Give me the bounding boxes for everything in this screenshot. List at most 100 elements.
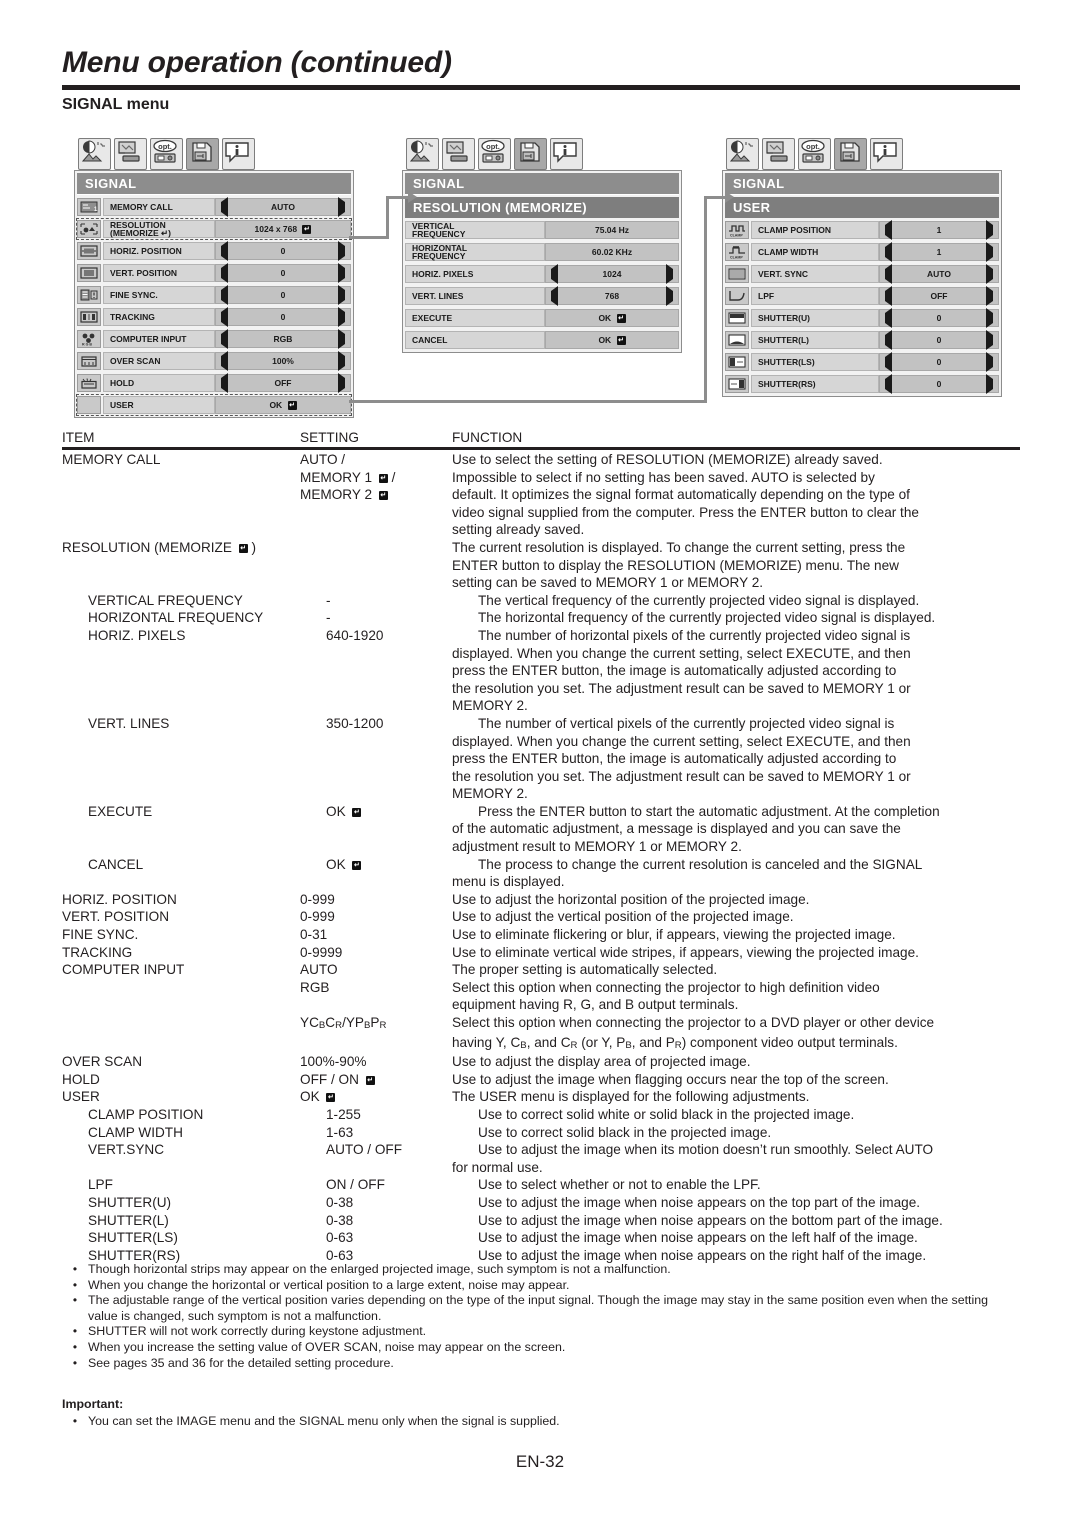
osd-row[interactable]: VERT. LINES 768: [405, 286, 679, 306]
decrease-arrow-icon[interactable]: [551, 264, 558, 284]
decrease-arrow-icon[interactable]: [221, 241, 228, 261]
osd-row-value[interactable]: 0: [215, 285, 351, 305]
decrease-arrow-icon[interactable]: [885, 264, 892, 284]
osd-row[interactable]: SHUTTER(L) 0: [725, 330, 999, 350]
decrease-arrow-icon[interactable]: [221, 373, 228, 393]
information-tab-icon[interactable]: [550, 138, 583, 170]
increase-arrow-icon[interactable]: [986, 330, 993, 350]
osd-row[interactable]: TRACKING 0: [77, 307, 351, 327]
osd-row-value[interactable]: 1: [879, 242, 999, 262]
increase-arrow-icon[interactable]: [338, 373, 345, 393]
osd-row[interactable]: LPF OFF: [725, 286, 999, 306]
osd-row-value[interactable]: 0: [879, 352, 999, 372]
osd-row-value[interactable]: 0: [215, 241, 351, 261]
image-tab-icon[interactable]: [406, 138, 439, 170]
osd-row[interactable]: SHUTTER(LS) 0: [725, 352, 999, 372]
osd-row[interactable]: EXECUTE OK ↵: [405, 308, 679, 328]
osd-row[interactable]: CLAMP CLAMP POSITION 1: [725, 220, 999, 240]
decrease-arrow-icon[interactable]: [885, 352, 892, 372]
osd-row[interactable]: FINE SYNC. 0: [77, 285, 351, 305]
osd-row-value[interactable]: 768: [545, 286, 679, 306]
signal-tab-icon[interactable]: [514, 138, 547, 170]
signal-tab-icon[interactable]: [834, 138, 867, 170]
osd-row-value[interactable]: AUTO: [215, 197, 351, 217]
osd-row[interactable]: R G B COMPUTER INPUT RGB: [77, 329, 351, 349]
osd-row-value[interactable]: 0: [879, 308, 999, 328]
increase-arrow-icon[interactable]: [338, 241, 345, 261]
osd-row-value[interactable]: OK ↵: [545, 309, 679, 327]
osd-row-value[interactable]: 75.04 Hz: [545, 221, 679, 239]
decrease-arrow-icon[interactable]: [221, 197, 228, 217]
increase-arrow-icon[interactable]: [338, 263, 345, 283]
osd-row[interactable]: SHUTTER(RS) 0: [725, 374, 999, 394]
information-tab-icon[interactable]: [222, 138, 255, 170]
decrease-arrow-icon[interactable]: [885, 242, 892, 262]
increase-arrow-icon[interactable]: [986, 286, 993, 306]
osd-row[interactable]: USER OK ↵: [76, 394, 352, 416]
osd-row[interactable]: HORIZONTAL FREQUENCY 60.02 KHz: [405, 242, 679, 262]
osd-row-value[interactable]: 0: [215, 263, 351, 283]
osd-row-value[interactable]: OFF: [215, 373, 351, 393]
osd-row-value[interactable]: 0: [879, 330, 999, 350]
osd-row-value[interactable]: OK ↵: [545, 331, 679, 349]
osd-row[interactable]: RESOLUTION (MEMORIZE ↵) 1024 x 768 ↵: [76, 218, 352, 240]
osd-row-value[interactable]: 1024: [545, 264, 679, 284]
increase-arrow-icon[interactable]: [338, 351, 345, 371]
osd-row[interactable]: VERT. POSITION 0: [77, 263, 351, 283]
decrease-arrow-icon[interactable]: [221, 329, 228, 349]
increase-arrow-icon[interactable]: [986, 220, 993, 240]
osd-row-value[interactable]: 60.02 KHz: [545, 243, 679, 261]
increase-arrow-icon[interactable]: [338, 307, 345, 327]
osd-row-value[interactable]: 0: [215, 307, 351, 327]
osd-row-value[interactable]: OFF: [879, 286, 999, 306]
increase-arrow-icon[interactable]: [986, 374, 993, 394]
installation-tab-icon[interactable]: [114, 138, 147, 170]
decrease-arrow-icon[interactable]: [221, 307, 228, 327]
osd-row-value[interactable]: AUTO: [879, 264, 999, 284]
decrease-arrow-icon[interactable]: [885, 308, 892, 328]
osd-row[interactable]: SHUTTER(U) 0: [725, 308, 999, 328]
installation-tab-icon[interactable]: [442, 138, 475, 170]
osd-row-value[interactable]: 0: [879, 374, 999, 394]
image-tab-icon[interactable]: [726, 138, 759, 170]
information-tab-icon[interactable]: [870, 138, 903, 170]
decrease-arrow-icon[interactable]: [885, 330, 892, 350]
osd-row-value[interactable]: OK ↵: [215, 396, 351, 414]
decrease-arrow-icon[interactable]: [221, 263, 228, 283]
osd-row[interactable]: CANCEL OK ↵: [405, 330, 679, 350]
decrease-arrow-icon[interactable]: [885, 374, 892, 394]
increase-arrow-icon[interactable]: [338, 329, 345, 349]
osd-row[interactable]: HORIZ. PIXELS 1024: [405, 264, 679, 284]
increase-arrow-icon[interactable]: [338, 197, 345, 217]
osd-row-value[interactable]: 1: [879, 220, 999, 240]
osd-row[interactable]: OVER SCAN 100%: [77, 351, 351, 371]
increase-arrow-icon[interactable]: [338, 285, 345, 305]
option-tab-icon[interactable]: opt.: [150, 138, 183, 170]
osd-row[interactable]: HOLD OFF: [77, 373, 351, 393]
decrease-arrow-icon[interactable]: [221, 285, 228, 305]
osd-row-value[interactable]: RGB: [215, 329, 351, 349]
decrease-arrow-icon[interactable]: [885, 286, 892, 306]
osd-value-text: 60.02 KHz: [591, 247, 633, 257]
osd-row[interactable]: 1 MEMORY CALL AUTO: [77, 197, 351, 217]
increase-arrow-icon[interactable]: [986, 308, 993, 328]
option-tab-icon[interactable]: opt.: [798, 138, 831, 170]
decrease-arrow-icon[interactable]: [551, 286, 558, 306]
osd-row[interactable]: VERTICAL FREQUENCY 75.04 Hz: [405, 220, 679, 240]
osd-row-value[interactable]: 100%: [215, 351, 351, 371]
osd-row[interactable]: HORIZ. POSITION 0: [77, 241, 351, 261]
increase-arrow-icon[interactable]: [986, 352, 993, 372]
increase-arrow-icon[interactable]: [986, 264, 993, 284]
installation-tab-icon[interactable]: [762, 138, 795, 170]
image-tab-icon[interactable]: [78, 138, 111, 170]
increase-arrow-icon[interactable]: [666, 286, 673, 306]
decrease-arrow-icon[interactable]: [885, 220, 892, 240]
option-tab-icon[interactable]: opt.: [478, 138, 511, 170]
osd-row[interactable]: CLAMP CLAMP WIDTH 1: [725, 242, 999, 262]
signal-tab-icon[interactable]: [186, 138, 219, 170]
increase-arrow-icon[interactable]: [986, 242, 993, 262]
osd-row[interactable]: VERT. SYNC AUTO: [725, 264, 999, 284]
increase-arrow-icon[interactable]: [666, 264, 673, 284]
decrease-arrow-icon[interactable]: [221, 351, 228, 371]
osd-row-value[interactable]: 1024 x 768 ↵: [215, 220, 351, 238]
